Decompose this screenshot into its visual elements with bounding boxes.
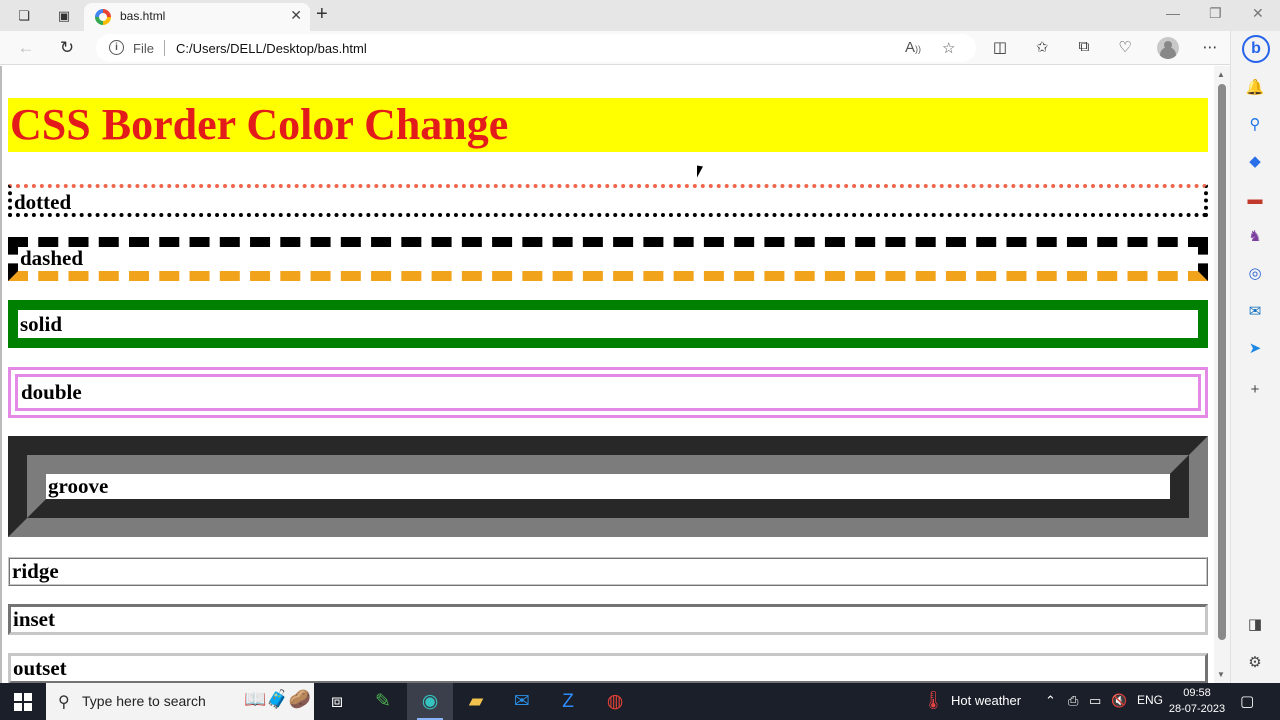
more-menu-icon[interactable]: ⋯ <box>1200 38 1220 56</box>
minimize-button[interactable]: — <box>1166 5 1180 21</box>
close-window-button[interactable]: ✕ <box>1252 5 1264 22</box>
outlook-icon[interactable]: ✉ <box>1244 300 1266 322</box>
microsoft-365-icon[interactable]: ◎ <box>1244 262 1266 284</box>
bing-chat-icon[interactable]: b <box>1242 35 1270 63</box>
outset-border-box: outset <box>8 653 1208 683</box>
page-scrollbar[interactable]: ▲ ▼ <box>1214 66 1230 683</box>
add-sidebar-app-icon[interactable]: + <box>1244 378 1266 400</box>
page-heading: CSS Border Color Change <box>8 98 1208 152</box>
read-aloud-icon[interactable]: A)) <box>905 39 921 56</box>
title-bar: ❏ ▣ bas.html ✕ + — ❐ ✕ <box>0 0 1280 31</box>
taskbar-search-icon: ⚲ <box>58 694 70 711</box>
url-text[interactable]: C:/Users/DELL/Desktop/bas.html <box>176 41 367 56</box>
info-icon[interactable]: i <box>109 40 124 55</box>
clock-date[interactable]: 28-07-2023 <box>1164 703 1230 715</box>
windows-taskbar: ⚲ Type here to search 📖🧳🥔 ⧈ ✎ ◉ ▰ ✉ Z ◍ … <box>0 683 1280 720</box>
new-tab-button[interactable]: + <box>316 3 328 26</box>
address-bar[interactable]: i File C:/Users/DELL/Desktop/bas.html A)… <box>96 34 976 62</box>
clock-time[interactable]: 09:58 <box>1168 687 1226 699</box>
notifications-bell-icon[interactable]: 🔔 <box>1244 76 1266 98</box>
tab-title: bas.html <box>120 9 166 23</box>
sidebar-settings-gear-icon[interactable]: ⚙ <box>1244 651 1266 673</box>
scroll-down-arrow-icon[interactable]: ▼ <box>1217 670 1225 679</box>
ridge-border-box: ridge <box>8 557 1208 586</box>
edge-taskbar-icon[interactable]: ◉ <box>407 683 453 720</box>
weather-text[interactable]: Hot weather <box>951 693 1021 708</box>
vertical-tabs-icon[interactable]: ▣ <box>54 6 74 26</box>
tray-chevron-up-icon[interactable]: ⌃ <box>1045 693 1056 709</box>
tab-bas-html[interactable]: bas.html ✕ <box>84 3 310 31</box>
language-indicator[interactable]: ENG <box>1137 693 1163 707</box>
mail-icon[interactable]: ✉ <box>499 683 545 720</box>
zoom-icon[interactable]: Z <box>545 683 591 720</box>
notepad-plus-plus-icon[interactable]: ✎ <box>360 683 406 720</box>
restore-button[interactable]: ❐ <box>1209 5 1222 22</box>
edge-sidebar: b 🔔 ⚲ ◆ ▬ ♞ ◎ ✉ ➤ + ◨ ⚙ <box>1230 31 1280 683</box>
dashed-border-box: dashed <box>8 237 1208 281</box>
scheme-label: File <box>133 41 154 56</box>
favorites-icon[interactable]: ✩ <box>1032 38 1052 56</box>
games-icon[interactable]: ♞ <box>1244 225 1266 247</box>
split-screen-icon[interactable]: ◫ <box>990 38 1010 56</box>
tab-close-icon[interactable]: ✕ <box>290 7 302 24</box>
hide-sidebar-icon[interactable]: ◨ <box>1244 613 1266 635</box>
volume-muted-icon[interactable]: 🔇 <box>1111 693 1127 709</box>
dotted-border-box: dotted <box>8 184 1208 217</box>
screen: ❏ ▣ bas.html ✕ + — ❐ ✕ ← ↻ i File C:/Use… <box>0 0 1280 720</box>
browser-toolbar: ← ↻ i File C:/Users/DELL/Desktop/bas.htm… <box>0 31 1280 65</box>
battery-icon[interactable]: ▭ <box>1089 693 1101 709</box>
windows-start-icon[interactable] <box>14 693 32 711</box>
taskbar-search-box[interactable]: ⚲ Type here to search 📖🧳🥔 <box>46 683 314 720</box>
page-content: CSS Border Color Change dotted dashed so… <box>8 98 1208 683</box>
double-border-box: double <box>8 367 1208 418</box>
workspaces-icon[interactable]: ❏ <box>14 6 34 26</box>
inset-border-box: inset <box>8 604 1208 635</box>
google-favicon-icon <box>95 9 111 25</box>
search-icon[interactable]: ⚲ <box>1244 113 1266 135</box>
groove-border-box: groove <box>8 436 1208 537</box>
favorite-star-icon[interactable]: ☆ <box>942 39 955 57</box>
collections-icon[interactable]: ⧉ <box>1074 38 1094 55</box>
tools-briefcase-icon[interactable]: ▬ <box>1244 188 1266 210</box>
chrome-icon[interactable]: ◍ <box>592 683 638 720</box>
task-view-icon[interactable]: ⧈ <box>314 683 360 720</box>
thermometer-icon[interactable]: 🌡 <box>922 690 945 711</box>
notification-center-icon[interactable]: ▢ <box>1240 692 1254 710</box>
browser-essentials-icon[interactable]: ♡ <box>1115 38 1135 56</box>
meet-now-icon[interactable]: ⎙ <box>1068 693 1078 709</box>
scrollbar-thumb[interactable] <box>1218 84 1226 640</box>
shopping-tag-icon[interactable]: ◆ <box>1244 150 1266 172</box>
back-arrow-icon[interactable]: ← <box>15 37 37 59</box>
page-viewport: CSS Border Color Change dotted dashed so… <box>0 66 1214 683</box>
address-divider <box>164 40 165 56</box>
mouse-cursor-icon <box>697 165 703 179</box>
profile-avatar-icon[interactable] <box>1157 37 1179 59</box>
search-highlight-art-icon: 📖🧳🥔 <box>244 689 312 709</box>
refresh-icon[interactable]: ↻ <box>56 37 78 59</box>
file-explorer-icon[interactable]: ▰ <box>453 683 499 720</box>
drop-icon[interactable]: ➤ <box>1244 337 1266 359</box>
scroll-up-arrow-icon[interactable]: ▲ <box>1217 70 1225 79</box>
solid-border-box: solid <box>8 300 1208 348</box>
taskbar-search-placeholder: Type here to search <box>82 693 206 709</box>
